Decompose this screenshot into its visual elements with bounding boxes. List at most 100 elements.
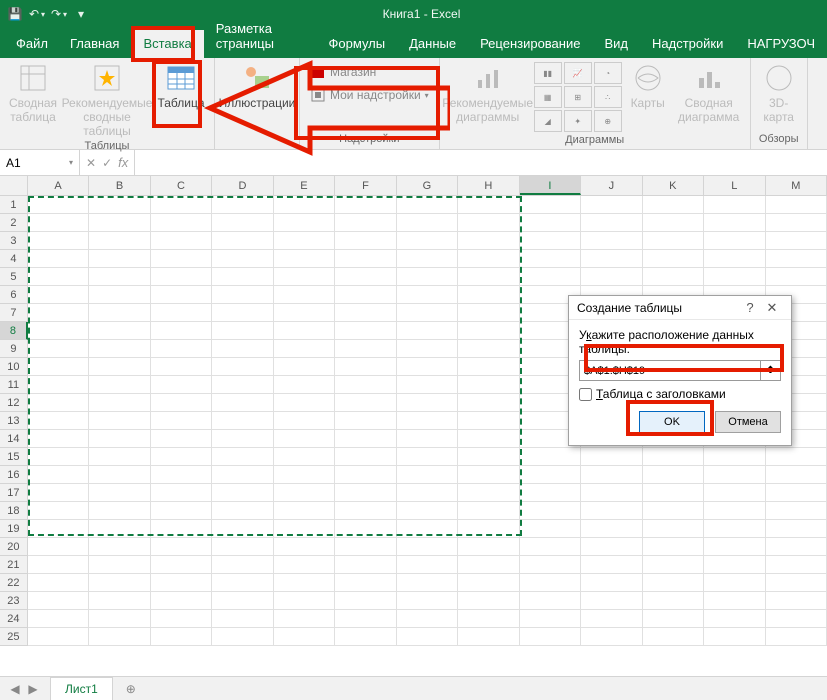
col-header[interactable]: B — [89, 176, 150, 195]
cell[interactable] — [581, 538, 642, 556]
cell[interactable] — [28, 232, 89, 250]
cell[interactable] — [458, 412, 519, 430]
cell[interactable] — [151, 502, 212, 520]
row-header[interactable]: 24 — [0, 610, 28, 628]
row-header[interactable]: 1 — [0, 196, 28, 214]
cell[interactable] — [581, 574, 642, 592]
cell[interactable] — [151, 448, 212, 466]
cell[interactable] — [397, 574, 458, 592]
cell[interactable] — [89, 628, 150, 646]
cell[interactable] — [335, 592, 396, 610]
table-range-input[interactable] — [579, 360, 761, 381]
cell[interactable] — [766, 448, 827, 466]
cell[interactable] — [397, 430, 458, 448]
cell[interactable] — [28, 592, 89, 610]
cell[interactable] — [397, 484, 458, 502]
cell[interactable] — [458, 574, 519, 592]
cell[interactable] — [274, 628, 335, 646]
sheet-nav-prev-icon[interactable]: ◀ — [6, 682, 24, 696]
cell[interactable] — [335, 502, 396, 520]
cell[interactable] — [212, 628, 273, 646]
cell[interactable] — [28, 322, 89, 340]
cell[interactable] — [28, 412, 89, 430]
sheet-nav-next-icon[interactable]: ▶ — [24, 682, 42, 696]
cell[interactable] — [520, 556, 581, 574]
cell[interactable] — [89, 358, 150, 376]
collapse-dialog-icon[interactable]: ⬆ — [761, 360, 781, 381]
cell[interactable] — [212, 340, 273, 358]
cell[interactable] — [581, 520, 642, 538]
cell[interactable] — [397, 286, 458, 304]
cell[interactable] — [212, 538, 273, 556]
row-header[interactable]: 20 — [0, 538, 28, 556]
cell[interactable] — [704, 466, 765, 484]
cell[interactable] — [704, 502, 765, 520]
cell[interactable] — [151, 430, 212, 448]
cell[interactable] — [274, 520, 335, 538]
tab-home[interactable]: Главная — [58, 30, 131, 58]
cell[interactable] — [458, 304, 519, 322]
cell[interactable] — [520, 232, 581, 250]
row-header[interactable]: 9 — [0, 340, 28, 358]
cell[interactable] — [151, 592, 212, 610]
row-header[interactable]: 4 — [0, 250, 28, 268]
cell[interactable] — [397, 214, 458, 232]
cell[interactable] — [274, 502, 335, 520]
cell[interactable] — [28, 448, 89, 466]
cell[interactable] — [458, 556, 519, 574]
cell[interactable] — [397, 268, 458, 286]
cell[interactable] — [89, 502, 150, 520]
cell[interactable] — [89, 286, 150, 304]
cell[interactable] — [520, 466, 581, 484]
cell[interactable] — [581, 502, 642, 520]
col-header[interactable]: G — [397, 176, 458, 195]
cell[interactable] — [581, 556, 642, 574]
row-header[interactable]: 25 — [0, 628, 28, 646]
cell[interactable] — [274, 556, 335, 574]
cell[interactable] — [397, 538, 458, 556]
cell[interactable] — [212, 502, 273, 520]
cell[interactable] — [766, 466, 827, 484]
cell[interactable] — [397, 520, 458, 538]
cell[interactable] — [28, 430, 89, 448]
cell[interactable] — [28, 286, 89, 304]
cell[interactable] — [89, 484, 150, 502]
cell[interactable] — [458, 196, 519, 214]
cell[interactable] — [212, 484, 273, 502]
cell[interactable] — [151, 304, 212, 322]
cell[interactable] — [89, 250, 150, 268]
tab-view[interactable]: Вид — [592, 30, 640, 58]
cell[interactable] — [151, 556, 212, 574]
cell[interactable] — [704, 592, 765, 610]
illustrations-button[interactable]: Иллюстрации — [221, 62, 293, 110]
cell[interactable] — [212, 232, 273, 250]
cell[interactable] — [212, 556, 273, 574]
cell[interactable] — [274, 340, 335, 358]
cell[interactable] — [89, 232, 150, 250]
cell[interactable] — [89, 214, 150, 232]
cell[interactable] — [704, 268, 765, 286]
cell[interactable] — [89, 376, 150, 394]
row-header[interactable]: 8 — [0, 322, 28, 340]
cell[interactable] — [766, 556, 827, 574]
cell[interactable] — [458, 214, 519, 232]
cell[interactable] — [151, 484, 212, 502]
cell[interactable] — [643, 196, 704, 214]
cell[interactable] — [458, 376, 519, 394]
cell[interactable] — [766, 196, 827, 214]
cell[interactable] — [458, 484, 519, 502]
cell[interactable] — [212, 520, 273, 538]
cell[interactable] — [28, 376, 89, 394]
cell[interactable] — [274, 412, 335, 430]
cell[interactable] — [89, 610, 150, 628]
cell[interactable] — [643, 214, 704, 232]
cell[interactable] — [581, 610, 642, 628]
cell[interactable] — [212, 268, 273, 286]
cell[interactable] — [274, 358, 335, 376]
cell[interactable] — [704, 556, 765, 574]
cell[interactable] — [274, 268, 335, 286]
store-button[interactable]: Магазин — [306, 62, 433, 82]
col-header[interactable]: A — [28, 176, 89, 195]
cell[interactable] — [274, 196, 335, 214]
cell[interactable] — [704, 232, 765, 250]
